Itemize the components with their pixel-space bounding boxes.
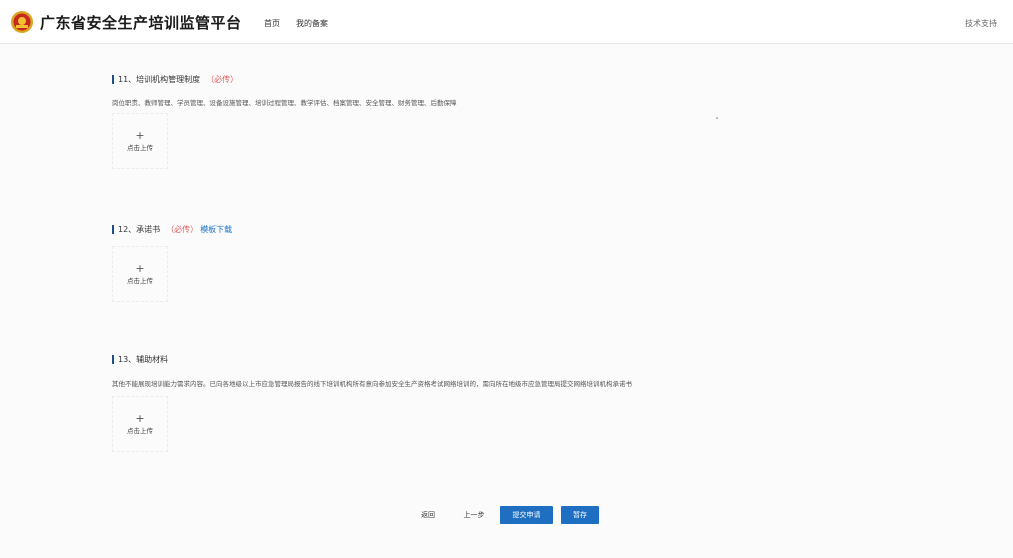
site-title: 广东省安全生产培训监管平台 <box>40 14 242 32</box>
prev-step-button[interactable]: 上一步 <box>457 506 491 524</box>
section-13-title: 13、辅助材料 <box>112 354 168 365</box>
section-bar <box>112 225 114 234</box>
back-button[interactable]: 返回 <box>414 506 442 524</box>
upload-label: 点击上传 <box>127 276 153 285</box>
plus-icon: + <box>135 411 145 425</box>
top-header: 广东省安全生产培训监管平台 首页 我的备案 技术支持 <box>0 0 1013 44</box>
section-12-heading: 12、承诺书 <box>118 225 161 234</box>
upload-label: 点击上传 <box>127 426 153 435</box>
plus-icon: + <box>135 261 145 275</box>
section-bar <box>112 355 114 364</box>
nav-my-filings[interactable]: 我的备案 <box>296 18 328 29</box>
upload-label: 点击上传 <box>127 143 153 152</box>
nav-home[interactable]: 首页 <box>264 18 280 29</box>
section-11-description: 岗位职责、教师管理、学员管理、设备设施管理、培训过程管理、教学评估、档案管理、安… <box>112 99 457 107</box>
tech-support-link[interactable]: 技术支持 <box>965 18 997 29</box>
upload-button-section-12[interactable]: + 点击上传 <box>112 246 168 302</box>
section-bar <box>112 75 114 84</box>
plus-icon: + <box>135 128 145 142</box>
upload-button-section-13[interactable]: + 点击上传 <box>112 396 168 452</box>
section-11-title: 11、培训机构管理制度 （必传） <box>112 74 238 85</box>
save-draft-button[interactable]: 暂存 <box>561 506 599 524</box>
section-13-description: 其他不能展现培训能力需求内容。已向各地级以上市应急管理局报告的线下培训机构所有意… <box>112 380 632 388</box>
required-tag: （必传） <box>166 225 199 234</box>
section-12-title: 12、承诺书 （必传） 模板下载 <box>112 224 232 235</box>
stray-mark <box>716 117 718 119</box>
submit-application-button[interactable]: 提交申请 <box>500 506 553 524</box>
required-tag: （必传） <box>206 75 239 84</box>
section-13-heading: 13、辅助材料 <box>118 355 169 364</box>
section-11-heading: 11、培训机构管理制度 <box>118 75 201 84</box>
upload-button-section-11[interactable]: + 点击上传 <box>112 113 168 169</box>
template-download-link[interactable]: 模板下载 <box>200 224 232 235</box>
national-emblem-icon <box>11 11 33 33</box>
